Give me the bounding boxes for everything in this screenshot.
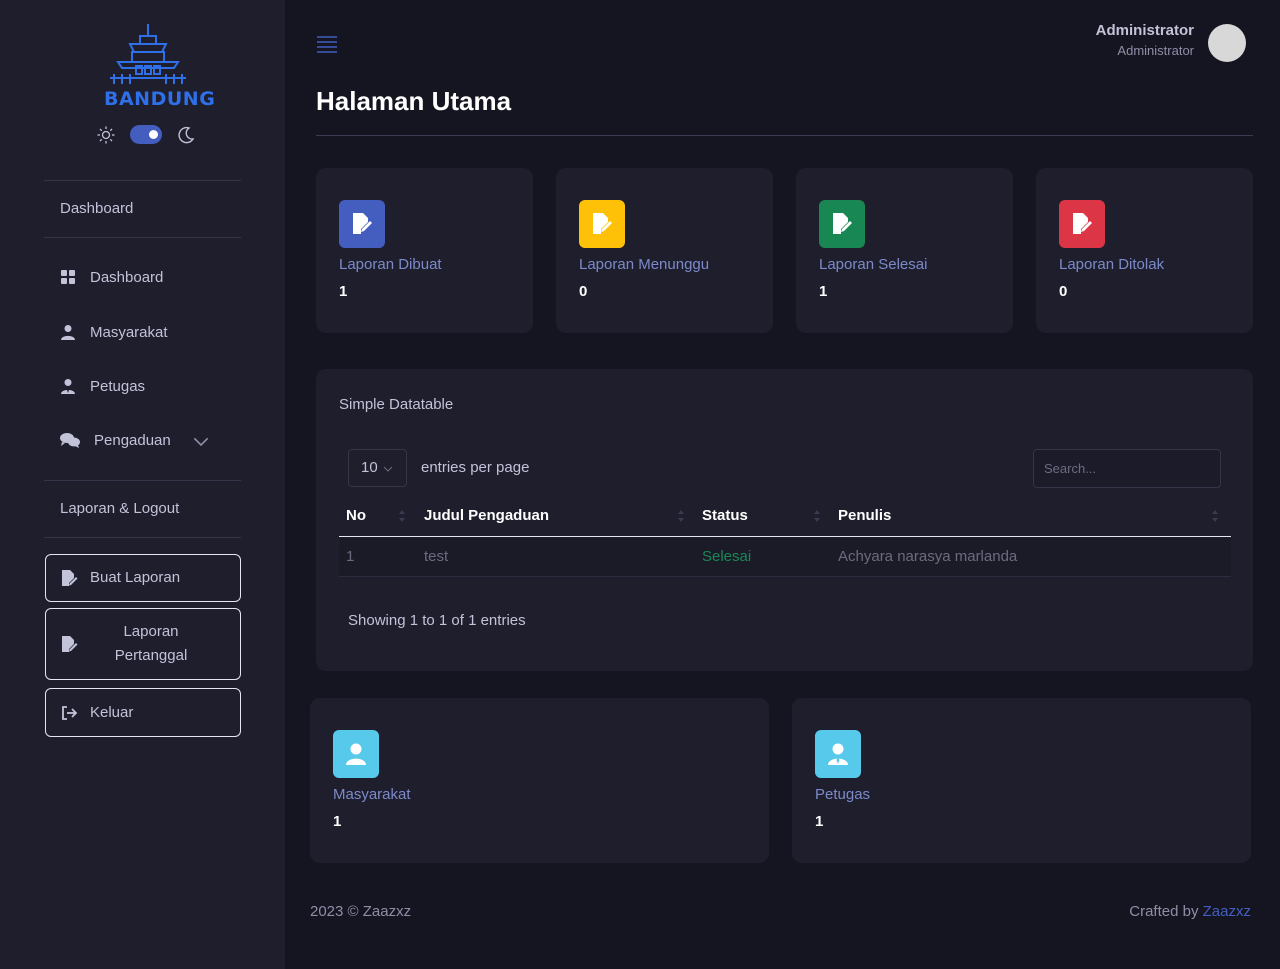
sidebar-divider	[44, 180, 241, 181]
stat-label: Laporan Dibuat	[339, 256, 442, 273]
sidebar-section-reports: Laporan & Logout	[60, 500, 180, 517]
file-edit-icon	[579, 200, 625, 248]
sidebar-item-dashboard[interactable]: Dashboard	[44, 257, 241, 297]
user-name: Administrator	[1095, 22, 1194, 39]
user-menu[interactable]: Administrator Administrator	[1096, 22, 1194, 58]
sidebar-divider	[44, 480, 241, 481]
comments-icon	[60, 433, 80, 448]
sort-icon[interactable]	[814, 507, 820, 525]
stat-label: Laporan Selesai	[819, 256, 928, 273]
title-divider	[316, 135, 1253, 136]
sort-icon[interactable]	[399, 507, 405, 525]
column-header-judul[interactable]: Judul Pengaduan	[424, 507, 549, 524]
footer-credit: Crafted by Zaazxz	[1129, 903, 1251, 920]
chevron-down-icon	[193, 437, 209, 447]
keluar-button[interactable]: Keluar	[45, 688, 241, 737]
moon-icon	[178, 126, 195, 144]
datatable-title: Simple Datatable	[339, 396, 454, 413]
user-stat-label: Petugas	[815, 786, 871, 803]
stat-card-selesai: Laporan Selesai 1	[796, 168, 1013, 333]
table-cell-judul: test	[424, 548, 449, 565]
sun-icon	[97, 126, 115, 144]
bandung-logo[interactable]: BANDUNG	[104, 22, 216, 112]
user-role: Administrator	[1117, 43, 1194, 58]
logout-icon	[62, 705, 78, 720]
column-header-no[interactable]: No	[346, 507, 366, 524]
stat-value: 1	[819, 283, 828, 300]
user-stat-label: Masyarakat	[333, 786, 411, 803]
entries-per-page-select[interactable]: 10	[348, 449, 407, 487]
column-header-penulis[interactable]: Penulis	[838, 507, 891, 524]
stat-card-menunggu: Laporan Menunggu 0	[556, 168, 773, 333]
file-edit-icon	[62, 636, 78, 652]
search-input[interactable]	[1033, 449, 1221, 488]
user-card-masyarakat: Masyarakat 1	[310, 698, 769, 863]
button-label-line2: Pertanggal	[114, 647, 188, 664]
file-edit-icon	[819, 200, 865, 248]
sidebar: BANDUNG Dashboard Dashboard Masyarakat P…	[0, 0, 285, 969]
user-tie-icon	[61, 379, 75, 394]
buat-laporan-button[interactable]: Buat Laporan	[45, 554, 241, 602]
page-title: Halaman Utama	[316, 86, 512, 116]
user-stat-value: 1	[815, 813, 824, 830]
user-stat-value: 1	[333, 813, 342, 830]
table-row	[339, 537, 1231, 577]
button-label: Keluar	[90, 703, 134, 721]
button-label: Laporan Pertanggal	[90, 620, 240, 668]
sidebar-item-label: Masyarakat	[90, 323, 168, 341]
user-card-petugas: Petugas 1	[792, 698, 1251, 863]
theme-switcher	[96, 124, 200, 146]
sidebar-item-pengaduan[interactable]: Pengaduan	[44, 420, 241, 460]
stat-value: 1	[339, 283, 348, 300]
sidebar-item-petugas[interactable]: Petugas	[44, 366, 241, 406]
user-icon	[61, 325, 75, 340]
footer-credit-link[interactable]: Zaazxz	[1203, 903, 1251, 920]
stat-card-ditolak: Laporan Ditolak 0	[1036, 168, 1253, 333]
sort-icon[interactable]	[1212, 507, 1218, 525]
user-tie-icon	[815, 730, 861, 778]
footer-copyright: 2023 © Zaazxz	[310, 903, 412, 920]
file-edit-icon	[339, 200, 385, 248]
file-edit-icon	[62, 570, 78, 586]
chevron-down-icon	[383, 466, 393, 472]
grid-icon	[61, 270, 75, 284]
entries-per-page-label: entries per page	[421, 459, 530, 476]
avatar[interactable]	[1208, 24, 1246, 62]
sidebar-item-label: Pengaduan	[94, 431, 171, 449]
stat-value: 0	[1059, 283, 1068, 300]
sidebar-item-label: Petugas	[90, 377, 146, 395]
dark-mode-toggle[interactable]	[130, 125, 162, 144]
footer-credit-prefix: Crafted by	[1129, 903, 1203, 920]
logo-text: BANDUNG	[104, 88, 216, 110]
stat-label: Laporan Menunggu	[579, 256, 710, 273]
sidebar-divider	[44, 537, 241, 538]
building-logo-icon	[110, 24, 186, 84]
hamburger-menu-icon[interactable]	[316, 34, 338, 54]
sort-icon[interactable]	[678, 507, 684, 525]
sidebar-divider	[44, 237, 241, 238]
stat-value: 0	[579, 283, 588, 300]
table-cell-no: 1	[346, 548, 355, 565]
button-label: Buat Laporan	[90, 569, 181, 586]
user-icon	[333, 730, 379, 778]
sidebar-item-label: Dashboard	[90, 268, 164, 286]
table-cell-status: Selesai	[702, 548, 752, 565]
laporan-pertanggal-button[interactable]: Laporan Pertanggal	[45, 608, 241, 680]
column-header-status[interactable]: Status	[702, 507, 748, 524]
stat-card-dibuat: Laporan Dibuat 1	[316, 168, 533, 333]
stat-label: Laporan Ditolak	[1059, 256, 1165, 273]
datatable-info: Showing 1 to 1 of 1 entries	[348, 612, 526, 629]
sidebar-section-dashboard: Dashboard	[60, 200, 134, 217]
entries-per-page-value: 10	[361, 459, 378, 476]
sidebar-item-masyarakat[interactable]: Masyarakat	[44, 312, 241, 352]
table-cell-penulis: Achyara narasya marlanda	[838, 548, 1018, 565]
file-edit-icon	[1059, 200, 1105, 248]
button-label-line1: Laporan	[123, 623, 179, 640]
